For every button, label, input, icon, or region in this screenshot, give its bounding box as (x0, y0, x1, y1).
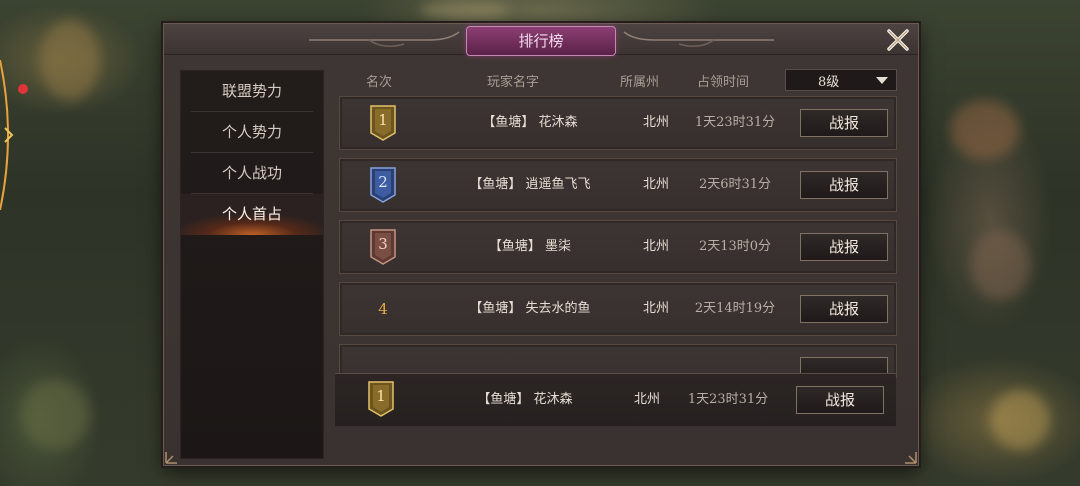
tab-personal-merit[interactable]: 个人战功 (181, 153, 323, 194)
column-header-occupy-time: 占领时间 (697, 75, 750, 90)
battle-report-button[interactable]: 战报 (800, 233, 888, 261)
notification-dot (18, 84, 28, 94)
silver-rank-badge-icon (370, 167, 396, 203)
occupy-time: 2天13时0分 (698, 239, 772, 254)
gold-rank-badge-icon (370, 105, 396, 141)
tab-label: 个人战功 (221, 164, 282, 182)
chevron-down-icon (876, 77, 888, 84)
table-row: 3 【鱼塘】 墨柒 北州 2天13时0分 战报 (339, 220, 897, 274)
my-rank-bar: 1 【鱼塘】 花沐森 北州 1天23时31分 战报 (335, 373, 896, 426)
tab-personal-first-occupy[interactable]: 个人首占 (181, 194, 323, 235)
panel-title: 排行榜 (466, 26, 616, 56)
header-ornament-right (623, 31, 774, 47)
rank-number: 4 (378, 300, 388, 318)
close-icon[interactable] (884, 26, 912, 54)
my-occupy-time: 1天23时31分 (687, 392, 769, 407)
column-header-state: 所属州 (620, 75, 660, 90)
level-dropdown[interactable]: 8级 (785, 69, 897, 91)
header-ornament-left (309, 31, 460, 47)
side-expand-handle[interactable] (0, 60, 18, 210)
table-row: 4 【鱼塘】 失去水的鱼 北州 2天14时19分 战报 (339, 282, 897, 336)
battle-report-button[interactable]: 战报 (800, 171, 888, 199)
tab-personal-power[interactable]: 个人势力 (181, 112, 323, 153)
occupy-time: 1天23时31分 (694, 115, 776, 130)
tab-label: 联盟势力 (221, 82, 282, 100)
tab-label: 个人势力 (221, 123, 282, 141)
table-row: 1 【鱼塘】 花沐森 北州 1天23时31分 战报 (339, 96, 897, 150)
column-header-player: 玩家名字 (487, 75, 540, 90)
category-sidebar: 联盟势力 个人势力 个人战功 个人首占 (180, 70, 324, 459)
my-battle-report-button[interactable]: 战报 (796, 386, 884, 414)
leaderboard-panel: 排行榜 联盟势力 个人势力 个人战功 个人首占 名次 玩家名字 所属州 占领时间… (163, 23, 919, 466)
tab-label: 个人首占 (221, 205, 282, 223)
battle-report-button[interactable]: 战报 (800, 109, 888, 137)
table-row: 2 【鱼塘】 逍遥鱼飞飞 北州 2天6时31分 战报 (339, 158, 897, 212)
level-dropdown-value: 8级 (818, 75, 840, 90)
battle-report-button[interactable]: 战报 (800, 295, 888, 323)
column-header-rank: 名次 (366, 75, 393, 90)
occupy-time: 2天6时31分 (698, 177, 772, 192)
corner-ornament-icon (165, 452, 177, 464)
tab-alliance-power[interactable]: 联盟势力 (181, 71, 323, 112)
ranking-list[interactable]: 1 【鱼塘】 花沐森 北州 1天23时31分 战报 2 【鱼塘】 逍遥鱼飞飞 北… (338, 96, 898, 378)
corner-ornament-icon (905, 452, 917, 464)
gold-rank-badge-icon (368, 381, 394, 417)
occupy-time: 2天14时19分 (694, 301, 776, 316)
bronze-rank-badge-icon (370, 229, 396, 265)
